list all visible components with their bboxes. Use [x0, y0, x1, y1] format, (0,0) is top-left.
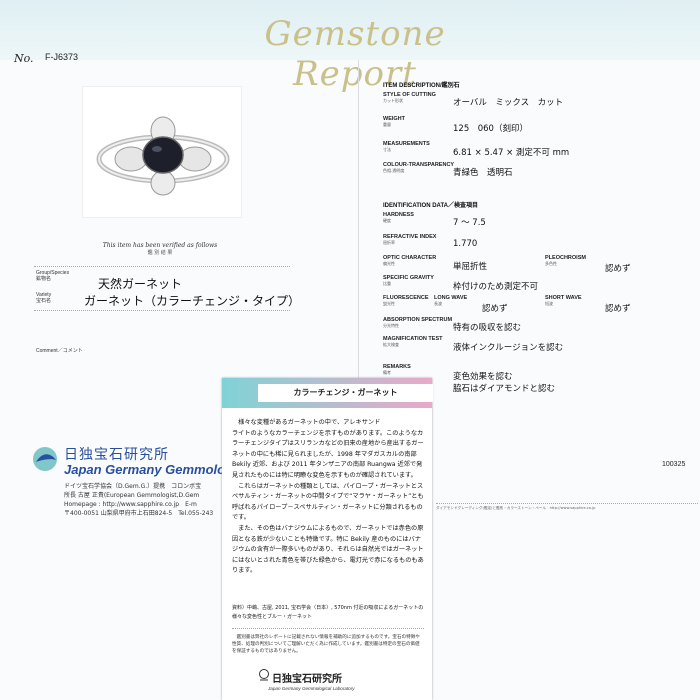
item-description-header: ITEM DESCRIPTION/鑑別石 — [383, 83, 460, 89]
comment-label-text: Comment — [36, 348, 58, 354]
absorption-value: 特有の吸収を認む — [453, 323, 522, 333]
fluorescence-sub: 蛍光性 — [383, 301, 395, 306]
refractive-index-value: 1.770 — [453, 239, 478, 249]
specific-gravity-field: SPECIFIC GRAVITY 比重 — [383, 275, 434, 287]
remarks-field: REMARKS 備考 — [383, 364, 411, 376]
specific-gravity-value: 枠付けのため測定不可 — [453, 282, 539, 292]
card-lab-logo-icon — [259, 669, 269, 681]
lab-name-jp: 日独宝石研究所 — [64, 447, 169, 463]
colour-value: 青緑色 透明石 — [453, 168, 513, 178]
lab-line-1: ドイツ宝石学協会（D.Gem.G.）提携 コロンボ宝 — [64, 483, 202, 490]
hardness-sub: 硬度 — [383, 218, 391, 223]
divider — [34, 266, 290, 267]
hardness-value: 7 ～ 7.5 — [453, 218, 486, 228]
center-divider — [358, 60, 359, 380]
weight-value: 125 060（刻印） — [453, 124, 528, 134]
card-reference: 資料）中嶋、古屋, 2011, 宝石学会（日本）, 570nm 付近の吸収による… — [232, 605, 424, 620]
measurements-field: MEASUREMENTS 寸法 — [383, 141, 430, 153]
remarks-line-2: 脇石はダイアモンドと認む — [453, 384, 556, 394]
colour-field: COLOUR-TRANSPARENCY 色相-透明度 — [383, 162, 454, 174]
number-value: F-J6373 — [45, 52, 79, 62]
short-wave-sub: 短波 — [545, 301, 553, 306]
hardness-field: HARDNESS 硬度 — [383, 212, 414, 224]
absorption-field: ABSORPTION SPECTRUM 分光特性 — [383, 317, 452, 329]
magnification-value: 液体インクルージョンを認む — [453, 343, 564, 353]
card-divider — [232, 628, 424, 629]
card-lab-name-jp: 日独宝石研究所 — [272, 674, 342, 685]
measurements-value: 6.81 × 5.47 × 測定不可 mm — [453, 148, 570, 158]
number-label: No. — [14, 52, 34, 65]
variety-label-sub: 宝石名 — [36, 298, 52, 304]
absorption-sub: 分光特性 — [383, 323, 399, 328]
weight-field: WEIGHT 重量 — [383, 116, 405, 128]
remarks-line-1: 変色効果を認む — [453, 372, 513, 382]
long-wave-field: LONG WAVE 長波 — [434, 295, 467, 307]
card-note: 鑑別書は弊社のレポートに記載されない情報を補助的に追加するものです。宝石の特徴や… — [232, 635, 420, 654]
serial-number: 100325 — [662, 461, 686, 468]
long-wave-sub: 長波 — [434, 301, 442, 306]
ring-photo — [82, 86, 242, 218]
pleochroism-sub: 多色性 — [545, 261, 557, 266]
variety-value: ガーネット（カラーチェンジ・タイプ） — [84, 294, 301, 308]
ring-image — [96, 116, 230, 196]
group-label: Group/Species 鉱物名 — [36, 270, 69, 282]
optic-value: 単屈折性 — [453, 262, 488, 272]
optic-sub: 偏光性 — [383, 261, 395, 266]
card-lab-name-en: Japan Germany Gemmological Laboratory — [268, 686, 355, 691]
pleochroism-field: PLEOCHROISM 多色性 — [545, 255, 586, 267]
magnification-field: MAGNIFICATION TEST 拡大検査 — [383, 336, 442, 348]
magnification-sub: 拡大検査 — [383, 342, 399, 347]
divider — [34, 310, 290, 311]
lab-line-4: 〒400-0051 山梨県甲府市上石田824-5 Tel.055-243 — [64, 510, 214, 517]
variety-label: Variety 宝石名 — [36, 292, 51, 304]
remarks-sub: 備考 — [383, 370, 391, 375]
lab-logo-icon — [33, 447, 57, 471]
optic-field: OPTIC CHARACTER 偏光性 — [383, 255, 436, 267]
colour-sub: 色相-透明度 — [383, 168, 405, 173]
comment-label: Comment／コメント — [36, 348, 83, 354]
pleochroism-value: 認めず — [605, 264, 631, 274]
group-value: 天然ガーネット — [98, 277, 183, 291]
measurements-sub: 寸法 — [383, 147, 391, 152]
lab-line-2: 所長 古屋 正貴(European Gemmologist,D.Gem — [64, 492, 200, 499]
report-title: Gemstone Report — [264, 14, 446, 94]
long-wave-value: 認めず — [482, 304, 508, 314]
fluorescence-field: FLUORESCENCE 蛍光性 — [383, 295, 429, 307]
verified-text: This item has been verified as follows — [102, 242, 218, 249]
style-value: オーバル ミックス カット — [453, 98, 564, 108]
divider — [436, 503, 698, 504]
card-title: カラーチェンジ・ガーネット — [258, 384, 433, 402]
footer-small-print: ダイアモンドグレーディング(鑑定)と鑑別・カラーストーン・ペール http://… — [436, 506, 596, 510]
lab-name-en: Japan Germany Gemmologi — [64, 462, 237, 477]
refractive-index-field: REFRACTIVE INDEX 屈折率 — [383, 234, 436, 246]
short-wave-field: SHORT WAVE 短波 — [545, 295, 582, 307]
short-wave-value: 認めず — [605, 304, 631, 314]
identification-header: IDENTIFICATION DATA／検査項目 — [383, 203, 478, 209]
refractive-index-sub: 屈折率 — [383, 240, 395, 245]
lab-line-3: Homepage : http://www.sapphire.co.jp E-m — [64, 501, 197, 508]
specific-gravity-sub: 比重 — [383, 281, 391, 286]
comment-label-sub: ／コメント — [57, 348, 83, 354]
photo-caption: 鑑 別 結 果 — [147, 250, 173, 256]
group-label-sub: 鉱物名 — [36, 276, 52, 282]
style-sub: カット形状 — [383, 98, 403, 103]
card-body-text: 様々な変種があるガーネットの中で、アレキサンド ライトのようなカラーチェンジを示… — [232, 419, 424, 575]
weight-sub: 重量 — [383, 122, 391, 127]
style-field: STYLE OF CUTTING カット形状 — [383, 92, 436, 104]
